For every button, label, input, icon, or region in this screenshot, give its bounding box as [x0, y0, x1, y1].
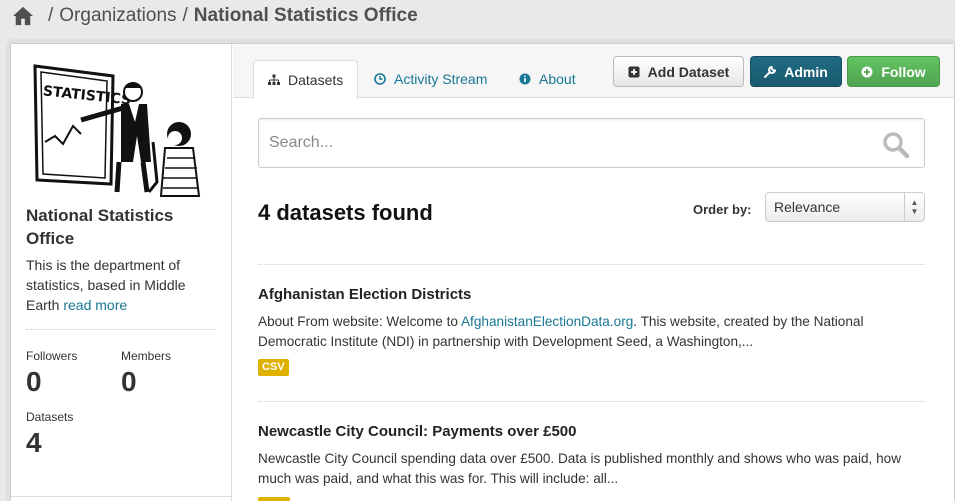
dataset-notes-text: Newcastle City Council spending data ove… [258, 451, 902, 486]
admin-button[interactable]: Admin [750, 56, 842, 87]
format-badge[interactable]: CSV [258, 359, 289, 376]
format-badge[interactable] [258, 497, 290, 501]
dataset-notes: About From website: Welcome to Afghanist… [258, 312, 925, 352]
info-icon [519, 73, 531, 85]
sidebar-bottom-divider [11, 496, 232, 497]
home-icon[interactable] [12, 6, 34, 26]
order-by-label: Order by: [693, 202, 752, 217]
clock-icon [374, 73, 386, 85]
datasets-label: Datasets [26, 410, 74, 424]
breadcrumb-organizations[interactable]: Organizations [59, 5, 176, 27]
org-image[interactable]: STATISTICS [29, 62, 201, 198]
search-box [258, 118, 925, 168]
datasets-stat: Datasets 4 [26, 410, 73, 460]
plus-square-icon [628, 66, 640, 77]
wrench-icon [764, 65, 777, 78]
members-stat: Members 0 [121, 349, 171, 399]
tab-activity-stream[interactable]: Activity Stream [360, 60, 501, 98]
breadcrumb-separator: / [182, 5, 188, 26]
plus-circle-icon [861, 66, 873, 77]
admin-label: Admin [784, 63, 828, 80]
follow-button[interactable]: Follow [847, 56, 940, 87]
dataset-notes-text: About From website: Welcome to [258, 314, 461, 329]
order-by-value: Relevance [774, 199, 841, 215]
breadcrumb: / Organizations / National Statistics Of… [12, 5, 418, 27]
org-title: National Statistics Office [26, 206, 174, 248]
dataset-item: Newcastle City Council: Payments over £5… [258, 423, 925, 501]
sidebar-divider [26, 329, 216, 330]
followers-stat: Followers 0 [26, 349, 77, 399]
primary-content: Datasets Activity Stream About Add Datas… [233, 44, 954, 501]
datasets-count: 4 [26, 427, 42, 458]
breadcrumb-separator: / [48, 5, 54, 26]
members-count: 0 [121, 366, 137, 397]
dataset-item: Afghanistan Election Districts About Fro… [258, 286, 925, 376]
followers-label: Followers [26, 349, 78, 363]
tab-about-label: About [539, 71, 576, 87]
followers-count: 0 [26, 366, 42, 397]
tab-datasets-label: Datasets [288, 71, 344, 88]
search-input[interactable] [269, 119, 869, 167]
org-description: This is the department of statistics, ba… [26, 255, 216, 315]
select-arrows-icon: ▲ ▼ [904, 193, 924, 221]
read-more-link[interactable]: read more [63, 297, 127, 313]
dataset-notes-link[interactable]: AfghanistanElectionData.org [461, 314, 633, 329]
results-count: 4 datasets found [258, 200, 433, 225]
list-divider [258, 264, 925, 265]
add-dataset-label: Add Dataset [647, 63, 730, 80]
order-by-select[interactable]: Relevance ▲ ▼ [765, 192, 925, 222]
tab-about[interactable]: About [505, 60, 590, 98]
dataset-title[interactable]: Newcastle City Council: Payments over £5… [258, 423, 925, 440]
follow-label: Follow [881, 63, 926, 80]
dataset-notes: Newcastle City Council spending data ove… [258, 449, 925, 489]
tab-activity-stream-label: Activity Stream [394, 71, 488, 87]
list-divider [258, 401, 925, 402]
add-dataset-button[interactable]: Add Dataset [613, 56, 744, 87]
sitemap-icon [268, 74, 280, 85]
tab-datasets[interactable]: Datasets [253, 60, 359, 99]
dataset-title[interactable]: Afghanistan Election Districts [258, 286, 925, 303]
tab-bar: Datasets Activity Stream About Add Datas… [233, 44, 954, 99]
members-label: Members [121, 349, 172, 363]
search-icon[interactable] [882, 131, 910, 159]
sidebar: STATISTICS National Statistics Office Th… [11, 44, 232, 501]
main-wrapper: STATISTICS National Statistics Office Th… [10, 43, 955, 501]
breadcrumb-current[interactable]: National Statistics Office [194, 5, 418, 27]
